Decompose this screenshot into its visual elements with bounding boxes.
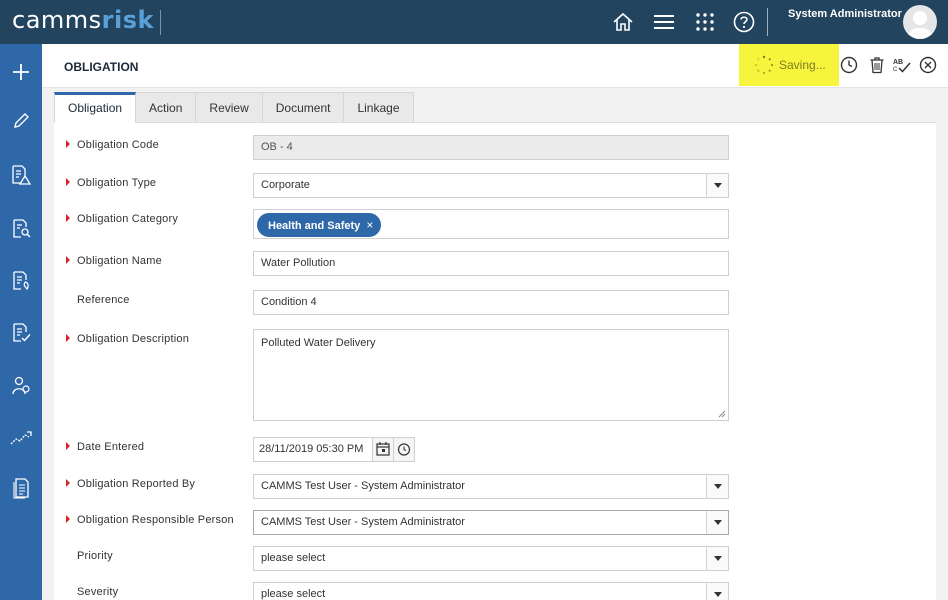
user-avatar-icon [907,11,933,39]
chevron-down-icon[interactable] [706,511,728,534]
loading-spinner-icon [754,55,774,75]
form-row-severity: Severity please select [66,582,936,600]
apps-grid-icon[interactable] [694,11,716,33]
time-button[interactable] [393,437,415,462]
plus-icon[interactable] [10,61,32,83]
obligation-category-multiselect[interactable]: Health and Safety × [253,209,729,239]
tab-bar: Obligation Action Review Document Linkag… [54,92,414,123]
form-row-description: Obligation Description Polluted Water De… [66,329,936,421]
calendar-icon [376,442,390,456]
severity-select[interactable]: please select [253,582,729,600]
app-logo[interactable]: cammsrisk [12,6,154,34]
chevron-down-icon[interactable] [706,583,728,600]
page-title: OBLIGATION [64,60,139,74]
field-label: Obligation Code [66,139,159,151]
topbar-separator [767,8,768,36]
top-bar: cammsrisk System Administrator [0,0,948,44]
content-area: Obligation Action Review Document Linkag… [42,88,948,600]
spellcheck-icon[interactable]: AB C [893,56,911,74]
form-row-responsible: Obligation Responsible Person CAMMS Test… [66,510,936,535]
obligation-name-input[interactable]: Water Pollution [253,251,729,276]
form-row-reported-by: Obligation Reported By CAMMS Test User -… [66,474,936,499]
svg-text:C: C [893,67,898,73]
field-label: Reference [77,294,130,306]
sidebar [0,44,42,600]
calendar-button[interactable] [372,437,394,462]
svg-text:AB: AB [893,59,903,66]
field-label: Date Entered [66,441,144,453]
checklist-document-icon[interactable] [10,322,32,344]
chevron-down-icon[interactable] [706,547,728,570]
form-row-date: Date Entered 28/11/2019 05:30 PM [66,437,936,464]
page-header: OBLIGATION Saving... AB C [42,44,948,88]
tab-document[interactable]: Document [261,92,345,122]
tab-linkage[interactable]: Linkage [343,92,414,122]
saving-text: Saving... [779,58,826,72]
menu-icon[interactable] [653,11,675,33]
field-label: Obligation Description [66,333,189,345]
obligation-type-select[interactable]: Corporate [253,173,729,198]
delete-icon[interactable] [868,56,886,74]
search-document-icon[interactable] [10,218,32,240]
compliance-document-icon[interactable] [10,270,32,292]
chevron-down-icon[interactable] [706,174,728,197]
home-icon[interactable] [612,11,634,33]
date-entered-input[interactable]: 28/11/2019 05:30 PM [253,437,373,462]
obligation-code-field: OB - 4 [253,135,729,160]
required-marker [66,256,70,264]
required-marker [66,140,70,148]
report-document-icon[interactable] [10,477,32,499]
user-name[interactable]: System Administrator [788,8,902,20]
obligation-form: Obligation Code OB - 4 Obligation Type C… [54,122,936,600]
priority-select[interactable]: please select [253,546,729,571]
close-icon[interactable] [919,56,937,74]
resize-handle-icon[interactable] [718,410,726,418]
form-row-reference: Reference Condition 4 [66,290,936,317]
form-row-name: Obligation Name Water Pollution [66,251,936,278]
field-label: Priority [77,550,113,562]
trend-chart-icon[interactable] [10,427,32,449]
risk-register-icon[interactable] [10,164,32,186]
history-icon[interactable] [840,56,858,74]
chevron-down-icon[interactable] [706,475,728,498]
form-row-code: Obligation Code OB - 4 [66,135,936,162]
remove-chip-icon[interactable]: × [366,218,373,232]
form-row-category: Obligation Category Health and Safety × [66,209,936,239]
required-marker [66,334,70,342]
clock-icon [397,443,411,456]
tab-review[interactable]: Review [195,92,263,122]
field-label: Obligation Category [66,213,178,225]
saving-indicator: Saving... [739,44,839,86]
help-icon[interactable] [733,11,755,33]
logo-divider [160,10,161,35]
required-marker [66,178,70,186]
required-marker [66,214,70,222]
tab-obligation[interactable]: Obligation [54,92,137,123]
pencil-icon[interactable] [10,110,32,132]
reported-by-select[interactable]: CAMMS Test User - System Administrator [253,474,729,499]
required-marker [66,479,70,487]
obligation-description-textarea[interactable]: Polluted Water Delivery [253,329,729,421]
required-marker [66,515,70,523]
responsible-person-select[interactable]: CAMMS Test User - System Administrator [253,510,729,535]
field-label: Severity [77,586,119,598]
field-label: Obligation Reported By [66,478,195,490]
avatar[interactable] [903,5,937,39]
tab-action[interactable]: Action [135,92,197,122]
required-marker [66,442,70,450]
field-label: Obligation Responsible Person [66,514,234,526]
users-icon[interactable] [10,375,32,397]
form-row-priority: Priority please select [66,546,936,571]
form-row-type: Obligation Type Corporate [66,173,936,200]
field-label: Obligation Name [66,255,162,267]
category-chip: Health and Safety × [257,213,382,237]
field-label: Obligation Type [66,177,156,189]
reference-input[interactable]: Condition 4 [253,290,729,315]
